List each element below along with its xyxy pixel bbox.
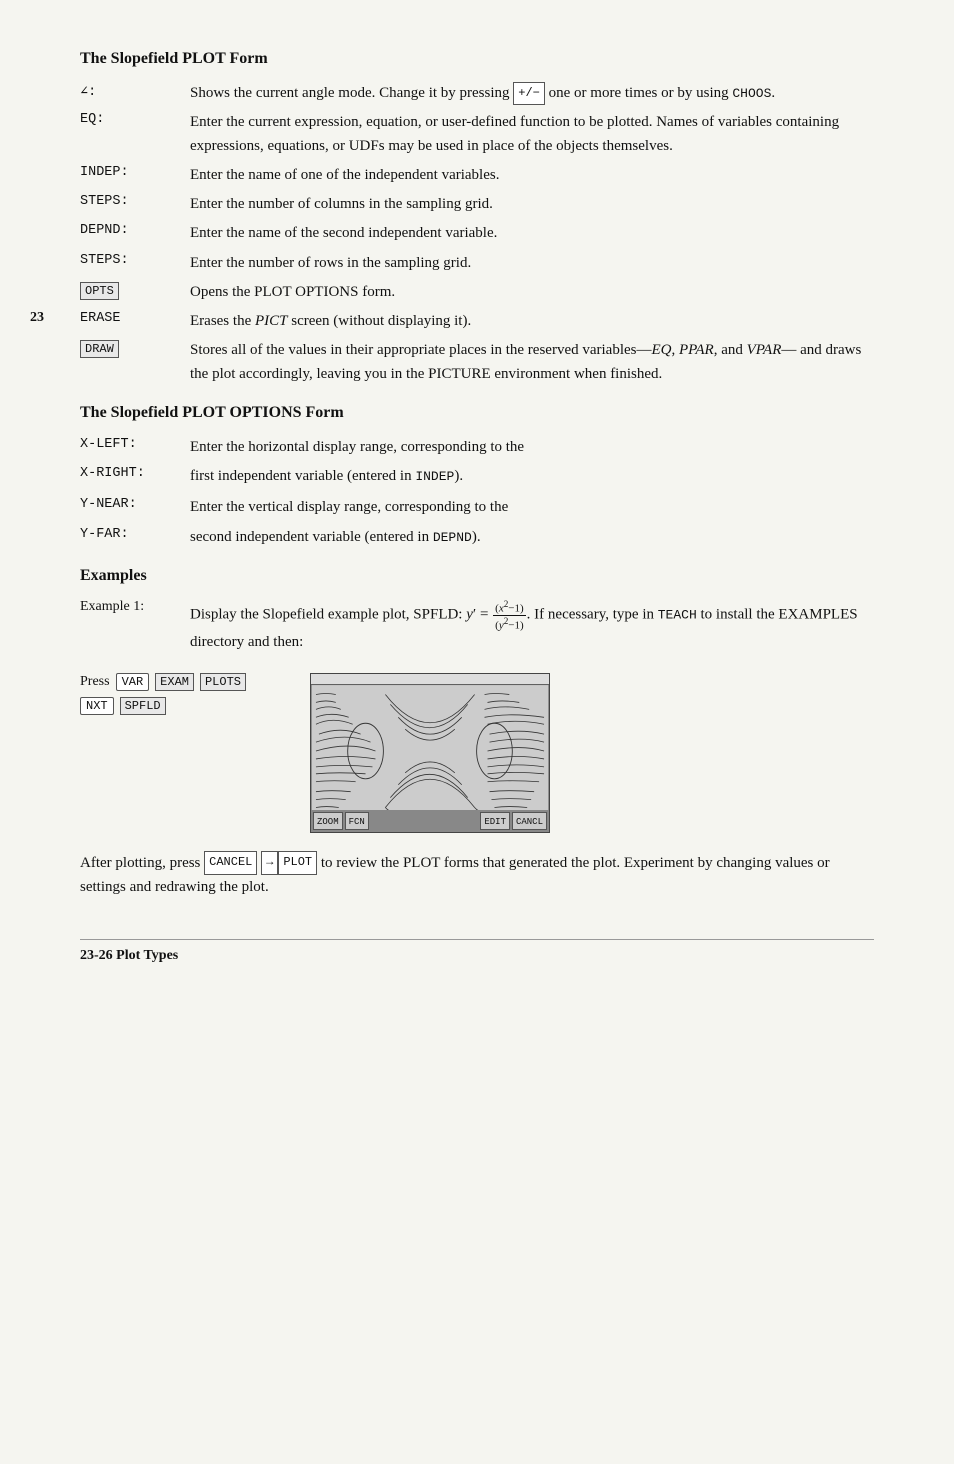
def-row-steps1: STEPS: Enter the number of columns in th… (80, 193, 874, 216)
def-row-draw: DRAW Stores all of the values in their a… (80, 339, 874, 386)
plot-toolbar: ZOOM FCN EDIT CANCL (311, 810, 549, 832)
section2-table: X-LEFT: Enter the horizontal display ran… (80, 436, 874, 549)
desc-xleft: Enter the horizontal display range, corr… (190, 436, 874, 459)
term-angle: ∠: (80, 82, 190, 100)
def-row-ynear: Y-NEAR: Enter the vertical display range… (80, 496, 874, 519)
def-row-eq: EQ: Enter the current expression, equati… (80, 111, 874, 158)
def-row-xleft: X-LEFT: Enter the horizontal display ran… (80, 436, 874, 459)
arrow-key[interactable]: → (261, 851, 278, 874)
desc-ynear: Enter the vertical display range, corres… (190, 496, 874, 519)
press-word: Press (80, 674, 110, 690)
math-fraction: (x2−1) (y2−1) (493, 599, 526, 632)
def-row-angle: ∠: Shows the current angle mode. Change … (80, 82, 874, 105)
def-row-xright: X-RIGHT: first independent variable (ent… (80, 465, 874, 488)
spfld-menu[interactable]: SPFLD (120, 697, 166, 715)
press-line1: Press VAR EXAM PLOTS (80, 673, 280, 691)
def-row-opts: OPTS Opens the PLOT OPTIONS form. (80, 281, 874, 304)
desc-opts: Opens the PLOT OPTIONS form. (190, 281, 874, 304)
term-depnd: DEPND: (80, 222, 190, 238)
section1-title: The Slopefield PLOT Form (80, 50, 874, 68)
plot-display: ZOOM FCN EDIT CANCL (310, 673, 550, 833)
cancl-btn[interactable]: CANCL (512, 812, 547, 830)
exam-menu[interactable]: EXAM (155, 673, 194, 691)
term-xright: X-RIGHT: (80, 465, 190, 481)
page-number: 23 (30, 310, 44, 326)
press-line2: NXT SPFLD (80, 697, 280, 715)
var-key[interactable]: VAR (116, 673, 150, 691)
def-row-erase: ERASE Erases the PICT screen (without di… (80, 310, 874, 333)
plots-menu[interactable]: PLOTS (200, 673, 246, 691)
example1-row: Example 1: Display the Slopefield exampl… (80, 599, 874, 655)
term-xleft: X-LEFT: (80, 436, 190, 452)
zoom-btn[interactable]: ZOOM (313, 812, 343, 830)
term-yfar: Y-FAR: (80, 526, 190, 542)
plot-key[interactable]: PLOT (278, 851, 317, 874)
after-plot-text: After plotting, press CANCEL →PLOT to re… (80, 851, 874, 899)
term-steps2: STEPS: (80, 252, 190, 268)
term-ynear: Y-NEAR: (80, 496, 190, 512)
examples-title: Examples (80, 567, 874, 585)
plot-svg (311, 674, 549, 832)
def-row-yfar: Y-FAR: second independent variable (ente… (80, 526, 874, 549)
def-row-depnd: DEPND: Enter the name of the second inde… (80, 222, 874, 245)
desc-angle: Shows the current angle mode. Change it … (190, 82, 874, 105)
example1-desc: Display the Slopefield example plot, SPF… (190, 599, 874, 655)
example1-label: Example 1: (80, 599, 190, 615)
section1-table: ∠: Shows the current angle mode. Change … (80, 82, 874, 386)
section2-title: The Slopefield PLOT OPTIONS Form (80, 404, 874, 422)
term-draw: DRAW (80, 339, 190, 358)
nxt-key[interactable]: NXT (80, 697, 114, 715)
term-erase: ERASE (80, 310, 190, 326)
desc-steps1: Enter the number of columns in the sampl… (190, 193, 874, 216)
term-steps1: STEPS: (80, 193, 190, 209)
key-plusminus[interactable]: +/− (513, 82, 545, 105)
cancel-key[interactable]: CANCEL (204, 851, 257, 874)
press-commands: Press VAR EXAM PLOTS NXT SPFLD (80, 673, 280, 715)
term-opts: OPTS (80, 281, 190, 300)
desc-draw: Stores all of the values in their approp… (190, 339, 874, 386)
term-eq: EQ: (80, 111, 190, 127)
desc-depnd: Enter the name of the second independent… (190, 222, 874, 245)
edit-btn[interactable]: EDIT (480, 812, 510, 830)
menu-opts[interactable]: OPTS (80, 282, 119, 300)
press-block: Press VAR EXAM PLOTS NXT SPFLD (80, 673, 874, 833)
examples-section: Examples Example 1: Display the Slopefie… (80, 567, 874, 655)
desc-erase: Erases the PICT screen (without displayi… (190, 310, 874, 333)
desc-eq: Enter the current expression, equation, … (190, 111, 874, 158)
desc-xright: first independent variable (entered in I… (190, 465, 874, 488)
code-choos: CHOOS (732, 86, 771, 101)
def-row-steps2: STEPS: Enter the number of rows in the s… (80, 252, 874, 275)
term-indep: INDEP: (80, 164, 190, 180)
footer-label: 23-26 Plot Types (80, 939, 874, 964)
fcn-btn[interactable]: FCN (345, 812, 369, 830)
desc-yfar: second independent variable (entered in … (190, 526, 874, 549)
def-row-indep: INDEP: Enter the name of one of the inde… (80, 164, 874, 187)
menu-draw[interactable]: DRAW (80, 340, 119, 358)
desc-steps2: Enter the number of rows in the sampling… (190, 252, 874, 275)
desc-indep: Enter the name of one of the independent… (190, 164, 874, 187)
